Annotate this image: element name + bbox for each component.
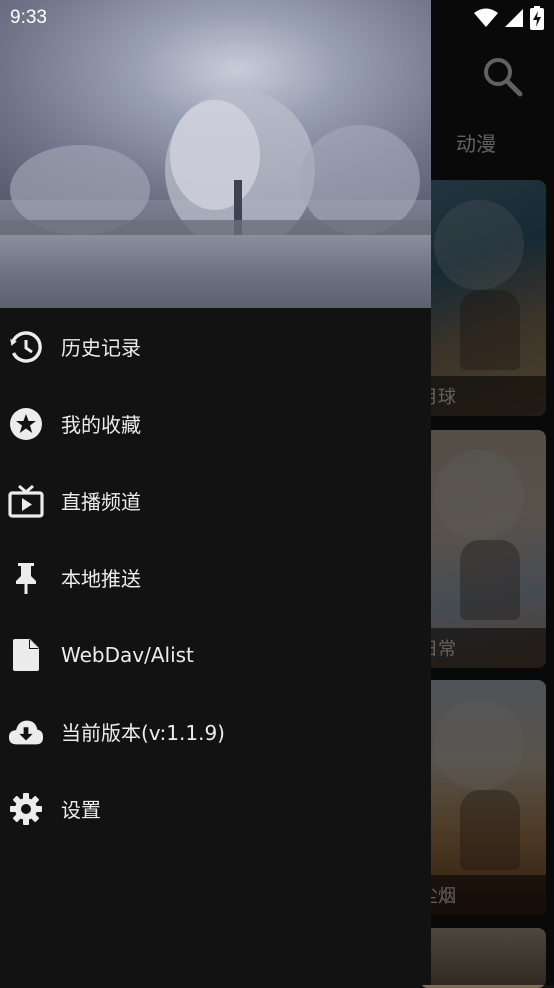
menu-label: 本地推送 <box>61 567 141 591</box>
drawer-menu: 历史记录 我的收藏 直播频道 本地推送 WebDav/Alist 当前版本(v:… <box>0 308 431 847</box>
menu-label: 我的收藏 <box>61 413 141 437</box>
cloud-download-icon <box>8 714 44 750</box>
menu-item-settings[interactable]: 设置 <box>0 770 431 847</box>
menu-item-favorites[interactable]: 我的收藏 <box>0 385 431 462</box>
header-frosted-trees <box>0 90 431 240</box>
pin-icon <box>8 560 44 596</box>
live-tv-icon <box>8 483 44 519</box>
status-time: 9:33 <box>10 7 47 28</box>
menu-label: 历史记录 <box>61 336 141 360</box>
menu-item-live-channels[interactable]: 直播频道 <box>0 462 431 539</box>
history-icon <box>8 329 44 365</box>
signal-icon <box>504 8 524 32</box>
menu-label: 当前版本(v:1.1.9) <box>61 721 225 745</box>
status-icons <box>474 6 544 34</box>
wifi-icon <box>474 8 498 32</box>
menu-label: WebDav/Alist <box>61 642 194 667</box>
gear-icon <box>8 791 44 827</box>
menu-label: 直播频道 <box>61 490 141 514</box>
file-icon <box>8 637 44 673</box>
menu-item-local-push[interactable]: 本地推送 <box>0 539 431 616</box>
battery-charging-icon <box>530 6 544 34</box>
status-bar: 9:33 <box>0 0 554 38</box>
menu-item-webdav-alist[interactable]: WebDav/Alist <box>0 616 431 693</box>
drawer-header-image <box>0 0 431 308</box>
menu-item-history[interactable]: 历史记录 <box>0 308 431 385</box>
navigation-drawer: 历史记录 我的收藏 直播频道 本地推送 WebDav/Alist 当前版本(v:… <box>0 0 431 985</box>
menu-item-current-version[interactable]: 当前版本(v:1.1.9) <box>0 693 431 770</box>
star-icon <box>8 406 44 442</box>
header-frozen-lake <box>0 235 431 308</box>
menu-label: 设置 <box>61 798 101 822</box>
